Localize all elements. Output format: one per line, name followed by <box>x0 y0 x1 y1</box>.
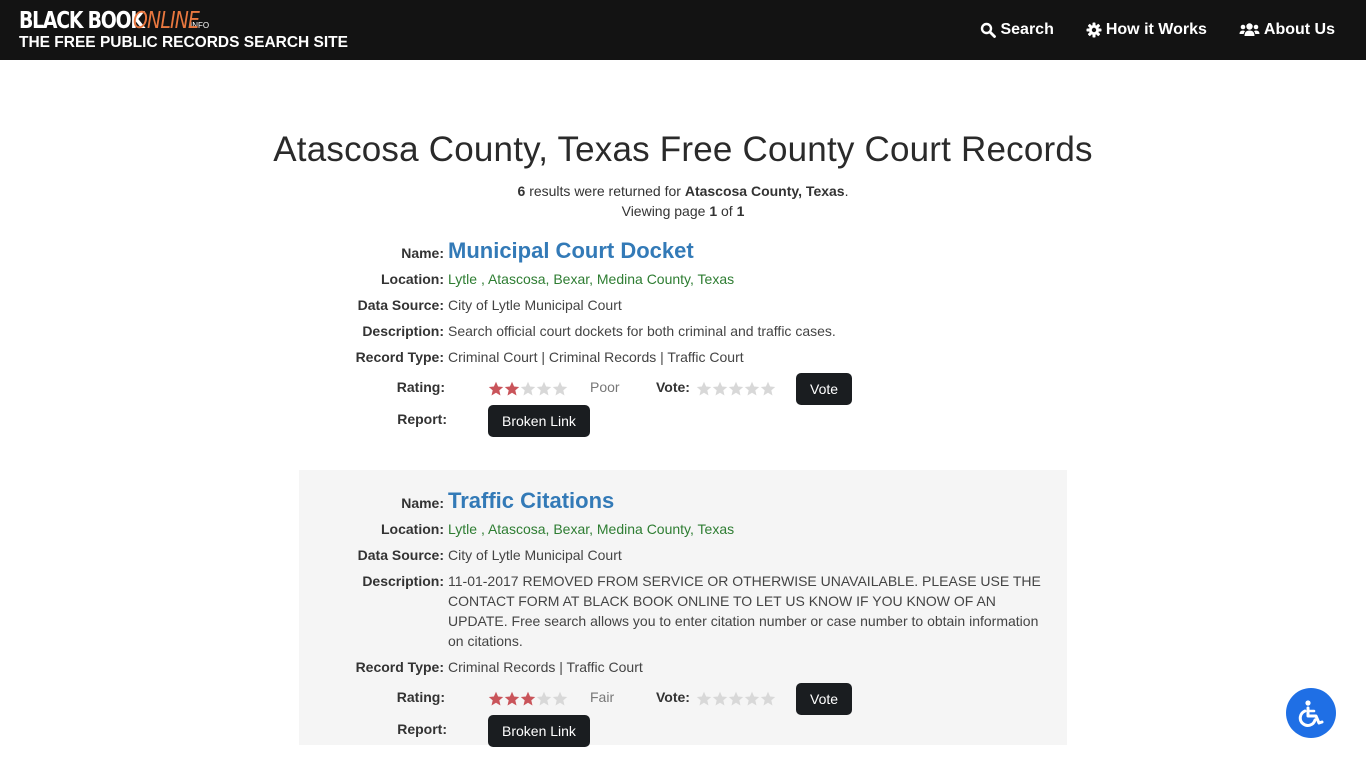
result-item: Name: Municipal Court Docket Location: L… <box>299 235 1067 437</box>
page-current: 1 <box>709 203 718 219</box>
star-empty-icon <box>552 381 568 396</box>
query-text: Atascosa County, Texas <box>684 183 845 199</box>
star-filled-icon <box>488 691 504 706</box>
report-label: Report: <box>397 411 447 427</box>
result-description: 11-01-2017 REMOVED FROM SERVICE OR OTHER… <box>448 573 1041 649</box>
star-empty-icon[interactable] <box>696 691 712 707</box>
rating-label: Rating: <box>396 379 445 395</box>
report-row: Report: Broken Link <box>299 405 1067 437</box>
star-empty-icon <box>520 381 536 396</box>
site-logo[interactable]: BLACK BOOK ONLINE .INFO THE FREE PUBLIC … <box>19 6 348 52</box>
result-location[interactable]: Lytle , Atascosa, Bexar, Medina County, … <box>448 519 1067 539</box>
page-total: 1 <box>736 203 745 219</box>
rating-row: Rating: Poor Vote: Vote <box>299 373 1067 405</box>
gear-icon <box>1086 22 1102 38</box>
result-name-link[interactable]: Traffic Citations <box>448 488 614 513</box>
results-summary: 6 results were returned for Atascosa Cou… <box>0 181 1366 221</box>
star-empty-icon[interactable] <box>728 381 744 397</box>
nav-search[interactable]: Search <box>980 21 1054 39</box>
page-title: Atascosa County, Texas Free County Court… <box>273 130 1093 169</box>
result-data-source: City of Lytle Municipal Court <box>448 297 622 313</box>
star-empty-icon[interactable] <box>712 381 728 397</box>
record-type-label: Record Type: <box>355 349 444 365</box>
search-icon <box>981 22 997 38</box>
data-source-label: Data Source: <box>357 547 444 563</box>
viewing-text: Viewing page <box>621 203 710 219</box>
report-label: Report: <box>397 721 447 737</box>
result-location[interactable]: Lytle , Atascosa, Bexar, Medina County, … <box>448 269 1067 289</box>
report-row: Report: Broken Link <box>299 715 1067 747</box>
vote-stars[interactable] <box>696 381 776 397</box>
result-item: Name: Traffic Citations Location: Lytle … <box>299 470 1067 747</box>
star-empty-icon[interactable] <box>728 691 744 707</box>
name-label: Name: <box>401 244 444 261</box>
logo-tagline: THE FREE PUBLIC RECORDS SEARCH SITE <box>19 34 348 51</box>
location-label: Location: <box>381 271 444 287</box>
location-label: Location: <box>381 521 444 537</box>
wheelchair-icon <box>1298 700 1324 727</box>
data-source-label: Data Source: <box>357 297 444 313</box>
rating-label: Rating: <box>396 689 445 705</box>
nav-about-us-label: About Us <box>1263 21 1335 38</box>
results-text: results were returned for <box>525 183 685 199</box>
of-text: of <box>717 203 737 219</box>
star-empty-icon <box>536 381 552 396</box>
logo-online-text: ONLINE <box>133 8 200 34</box>
vote-button[interactable]: Vote <box>796 373 853 405</box>
result-name-link[interactable]: Municipal Court Docket <box>448 238 694 263</box>
nav-how-it-works[interactable]: How it Works <box>1086 21 1207 39</box>
star-empty-icon[interactable] <box>696 381 712 397</box>
main-nav: Search How it Works About Us <box>980 0 1335 60</box>
vote-button[interactable]: Vote <box>796 683 853 715</box>
rating-text: Poor <box>590 379 620 395</box>
users-icon <box>1239 23 1260 36</box>
rating-text: Fair <box>590 689 615 705</box>
nav-how-it-works-label: How it Works <box>1105 21 1207 38</box>
rating-stars <box>488 381 568 397</box>
accessibility-button[interactable] <box>1286 688 1336 738</box>
broken-link-button[interactable]: Broken Link <box>488 715 590 747</box>
star-empty-icon <box>552 691 568 706</box>
rating-row: Rating: Fair Vote: Vote <box>299 683 1067 715</box>
vote-label: Vote: <box>656 689 690 705</box>
star-empty-icon[interactable] <box>760 381 776 397</box>
star-empty-icon[interactable] <box>712 691 728 707</box>
nav-search-label: Search <box>1000 21 1054 38</box>
description-label: Description: <box>362 323 444 339</box>
star-empty-icon <box>536 691 552 706</box>
name-label: Name: <box>401 494 444 511</box>
vote-stars[interactable] <box>696 691 776 707</box>
rating-stars <box>488 691 568 707</box>
star-empty-icon[interactable] <box>744 381 760 397</box>
result-description: Search official court dockets for both c… <box>448 323 836 339</box>
star-filled-icon <box>520 691 536 706</box>
description-label: Description: <box>362 573 444 589</box>
result-data-source: City of Lytle Municipal Court <box>448 547 622 563</box>
period: . <box>844 183 849 199</box>
record-type-label: Record Type: <box>355 659 444 675</box>
nav-about-us[interactable]: About Us <box>1239 21 1335 39</box>
result-record-type: Criminal Court | Criminal Records | Traf… <box>448 349 744 365</box>
logo-black-text: BLACK BOOK <box>19 8 145 34</box>
star-filled-icon <box>504 381 520 396</box>
star-empty-icon[interactable] <box>744 691 760 707</box>
star-filled-icon <box>488 381 504 396</box>
vote-label: Vote: <box>656 379 690 395</box>
star-empty-icon[interactable] <box>760 691 776 707</box>
result-record-type: Criminal Records | Traffic Court <box>448 659 643 675</box>
star-filled-icon <box>504 691 520 706</box>
site-header: BLACK BOOK ONLINE .INFO THE FREE PUBLIC … <box>0 0 1366 60</box>
broken-link-button[interactable]: Broken Link <box>488 405 590 437</box>
